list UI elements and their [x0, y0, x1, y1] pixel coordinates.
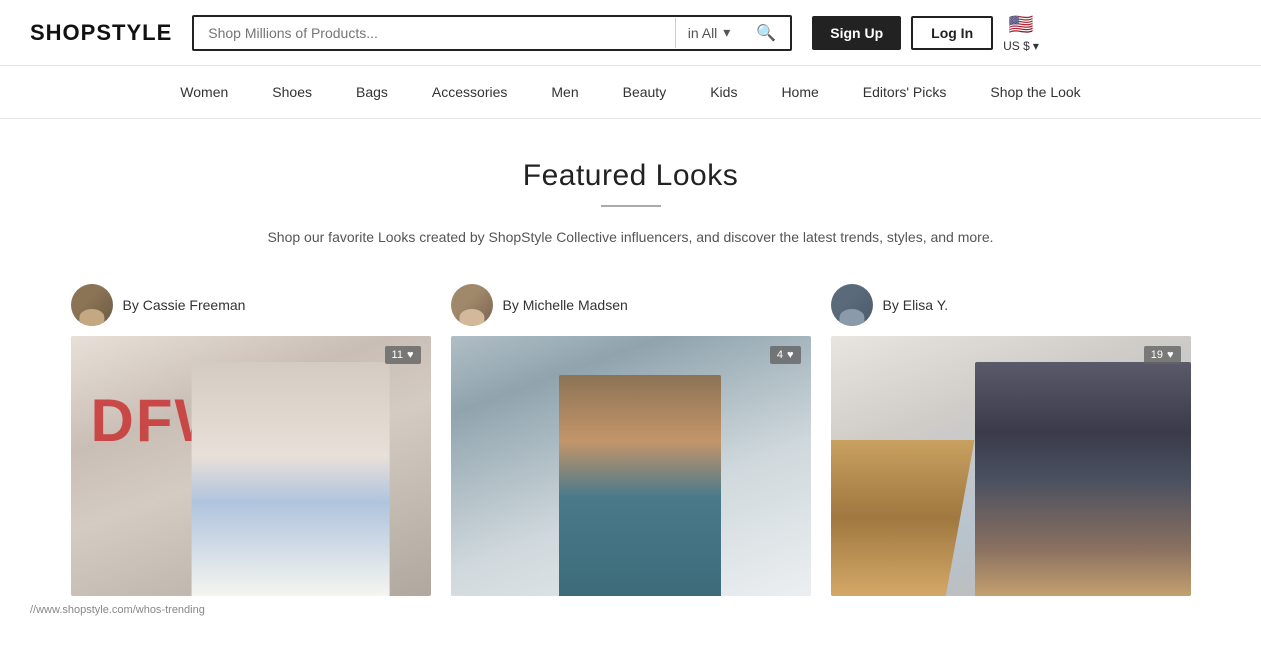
badge-count-1: 11 — [392, 349, 403, 361]
header: SHOPSTYLE in All ▾ 🔍 Sign Up Log In 🇺🇸 U… — [0, 0, 1261, 66]
look-card-2[interactable]: By Michelle Madsen 4 ♥ — [451, 284, 811, 596]
card-author-1: By Cassie Freeman — [71, 284, 431, 326]
nav-item-home[interactable]: Home — [759, 66, 840, 118]
badge-count-2: 4 — [777, 349, 783, 361]
heart-icon-3: ♥ — [1167, 349, 1174, 361]
card-badge-1: 11 ♥ — [385, 346, 421, 364]
search-category-label: in All — [688, 25, 718, 41]
nav-item-bags[interactable]: Bags — [334, 66, 410, 118]
look-image-2 — [451, 336, 811, 596]
search-category-dropdown[interactable]: in All ▾ — [676, 24, 743, 41]
card-badge-3: 19 ♥ — [1144, 346, 1181, 364]
chevron-down-icon: ▾ — [723, 24, 730, 41]
card-image-1: 11 ♥ — [71, 336, 431, 596]
card-image-2: 4 ♥ — [451, 336, 811, 596]
search-button[interactable]: 🔍 — [742, 23, 790, 43]
search-icon: 🔍 — [756, 25, 776, 42]
heart-icon-2: ♥ — [787, 349, 794, 361]
url-bar: //www.shopstyle.com/whos-trending — [30, 604, 1231, 616]
main-content: Featured Looks Shop our favorite Looks c… — [0, 119, 1261, 646]
card-author-2: By Michelle Madsen — [451, 284, 811, 326]
card-badge-2: 4 ♥ — [770, 346, 801, 364]
badge-count-3: 19 — [1151, 349, 1163, 361]
nav-item-kids[interactable]: Kids — [688, 66, 759, 118]
nav-item-accessories[interactable]: Accessories — [410, 66, 529, 118]
logo[interactable]: SHOPSTYLE — [30, 20, 172, 46]
look-card-3[interactable]: By Elisa Y. 19 ♥ — [831, 284, 1191, 596]
nav-item-beauty[interactable]: Beauty — [601, 66, 689, 118]
card-image-3: 19 ♥ — [831, 336, 1191, 596]
flag-icon: 🇺🇸 — [1009, 12, 1034, 37]
currency-selector[interactable]: 🇺🇸 US $ ▾ — [1003, 12, 1039, 53]
look-image-3 — [831, 336, 1191, 596]
nav-item-shoes[interactable]: Shoes — [250, 66, 334, 118]
look-image-1 — [71, 336, 431, 596]
nav-item-men[interactable]: Men — [529, 66, 600, 118]
currency-chevron-icon: ▾ — [1033, 39, 1039, 53]
nav-item-women[interactable]: Women — [158, 66, 250, 118]
currency-label: US $ — [1003, 39, 1030, 53]
section-divider — [601, 205, 661, 207]
card-author-3: By Elisa Y. — [831, 284, 1191, 326]
avatar-cassie-freeman — [71, 284, 113, 326]
section-description: Shop our favorite Looks created by ShopS… — [30, 227, 1231, 248]
heart-icon-1: ♥ — [407, 349, 414, 361]
featured-looks-cards: By Cassie Freeman 11 ♥ By Michelle Madse… — [30, 284, 1231, 596]
avatar-michelle-madsen — [451, 284, 493, 326]
search-bar: in All ▾ 🔍 — [192, 15, 792, 51]
look-card-1[interactable]: By Cassie Freeman 11 ♥ — [71, 284, 431, 596]
login-button[interactable]: Log In — [911, 16, 993, 50]
avatar-elisa-y — [831, 284, 873, 326]
nav-item-shop-the-look[interactable]: Shop the Look — [968, 66, 1102, 118]
author-name-1: By Cassie Freeman — [123, 297, 246, 313]
nav-item-editors-picks[interactable]: Editors' Picks — [841, 66, 969, 118]
search-input[interactable] — [194, 17, 674, 49]
page-title: Featured Looks — [30, 159, 1231, 193]
header-actions: Sign Up Log In 🇺🇸 US $ ▾ — [812, 12, 1039, 53]
author-name-2: By Michelle Madsen — [503, 297, 628, 313]
currency-text: US $ ▾ — [1003, 39, 1039, 53]
signup-button[interactable]: Sign Up — [812, 16, 901, 50]
author-name-3: By Elisa Y. — [883, 297, 949, 313]
main-navigation: Women Shoes Bags Accessories Men Beauty … — [0, 66, 1261, 119]
